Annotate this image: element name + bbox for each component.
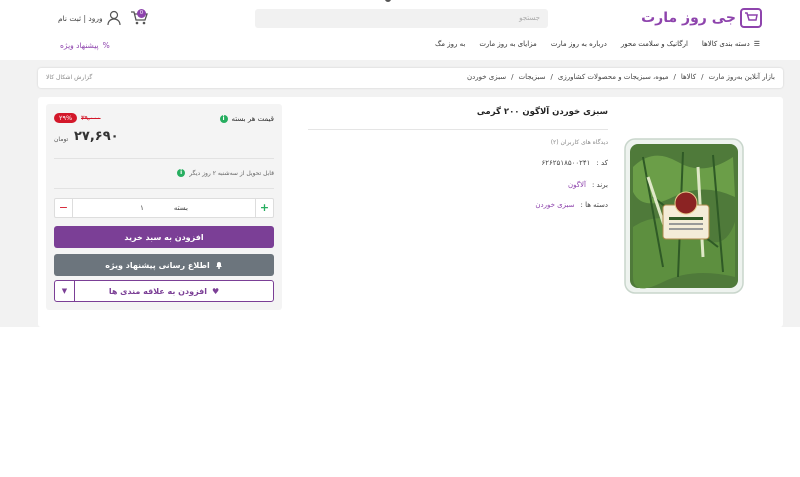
bell-icon bbox=[215, 260, 223, 271]
notify-special-offer-button[interactable]: اطلاع رسانی پیشنهاد ویژه bbox=[54, 254, 274, 276]
delivery-text: قابل تحویل از سه‌شنبه ۲ روز دیگر bbox=[189, 169, 274, 177]
quantity-value[interactable]: ۱ bbox=[140, 204, 144, 212]
category-link[interactable]: سبزی خوردن bbox=[535, 201, 574, 209]
currency-label: تومان bbox=[54, 136, 69, 143]
favorites-label: افزودن به علاقه مندی ها bbox=[108, 286, 208, 296]
breadcrumb-item[interactable]: کالاها bbox=[681, 73, 696, 81]
nav-item-about[interactable]: درباره به روز مارت bbox=[551, 40, 607, 48]
report-issue-link[interactable]: گزارش اشکال کالا bbox=[46, 74, 92, 81]
breadcrumb-item[interactable]: بازار آنلاین بەروز مارت bbox=[708, 73, 775, 81]
product-brand-row: برند : آلاگون bbox=[568, 181, 608, 189]
heart-icon: ♥ bbox=[212, 286, 220, 296]
notify-label: اطلاع رسانی پیشنهاد ویژه bbox=[105, 260, 210, 270]
breadcrumb-item[interactable]: میوه، سبزیجات و محصولات کشاورزی bbox=[558, 73, 669, 81]
breadcrumb-item[interactable]: سبزی خوردن bbox=[467, 73, 506, 81]
nav-item-mag[interactable]: به روز مگ bbox=[435, 40, 465, 48]
price-label-row: قیمت هر بسته i bbox=[219, 115, 274, 123]
brand-link[interactable]: آلاگون bbox=[568, 181, 586, 189]
buy-box: قیمت هر بسته i ۲۹% ۳۹,۰۰۰ ۲۷,۶۹۰ تومان ق… bbox=[46, 104, 282, 310]
product-title: سبزی خوردن آلاگون ۲۰۰ گرمی bbox=[476, 107, 608, 117]
divider bbox=[308, 129, 608, 130]
product-code-row: کد : ۶۲۶۲۵۱۸۵۰۰۲۴۱ bbox=[542, 159, 608, 167]
quantity-unit: بسته bbox=[173, 204, 188, 212]
product-category-row: دسته ها : سبزی خوردن bbox=[535, 201, 608, 209]
discount-badge: ۲۹% bbox=[54, 113, 78, 123]
logo-text: جی روز مارت bbox=[641, 10, 736, 26]
add-to-cart-label: افزودن به سبد خرید bbox=[124, 232, 204, 242]
add-to-favorites-button[interactable]: ♥ افزودن به علاقه مندی ها ▼ bbox=[54, 280, 274, 302]
current-price: ۲۷,۶۹۰ bbox=[74, 129, 119, 144]
main-nav: ☰ دسته بندی کالاها ارگانیک و سلامت محور … bbox=[435, 40, 760, 48]
decrease-quantity-button[interactable]: − bbox=[55, 199, 73, 217]
delivery-info: قابل تحویل از سه‌شنبه ۲ روز دیگر i bbox=[177, 169, 274, 177]
nav-item-categories[interactable]: ☰ دسته بندی کالاها bbox=[702, 40, 760, 48]
nav-item-label: دسته بندی کالاها bbox=[701, 40, 750, 48]
divider bbox=[54, 158, 274, 159]
brand-label: برند : bbox=[591, 181, 608, 189]
product-image[interactable] bbox=[623, 137, 745, 295]
breadcrumb: بازار آنلاین بەروز مارت / کالاها / میوه، س… bbox=[38, 68, 783, 88]
price-label: قیمت هر بسته bbox=[231, 115, 274, 123]
account-label: ورود | ثبت نام bbox=[58, 13, 103, 23]
info-icon: i bbox=[177, 169, 186, 177]
site-header: جی روز مارت جستجو ورود | ثبت نام 0 ☰ دست… bbox=[0, 0, 800, 60]
code-value: ۶۲۶۲۵۱۸۵۰۰۲۴۱ bbox=[541, 159, 591, 167]
search-input[interactable]: جستجو bbox=[255, 9, 548, 28]
nav-item-organic[interactable]: ارگانیک و سلامت محور bbox=[621, 40, 688, 48]
percent-icon: % bbox=[102, 41, 110, 50]
cart-count-badge: 0 bbox=[137, 9, 146, 18]
cart-logo-icon bbox=[740, 8, 762, 28]
add-to-cart-button[interactable]: افزودن به سبد خرید bbox=[54, 226, 274, 248]
special-offer-label: پیشنهاد ویژه bbox=[60, 41, 99, 50]
info-icon[interactable]: i bbox=[219, 115, 228, 123]
site-logo[interactable]: جی روز مارت bbox=[641, 8, 762, 28]
quantity-stepper: + بسته ۱ − bbox=[54, 198, 274, 218]
old-price: ۳۹,۰۰۰ bbox=[81, 114, 101, 122]
code-label: کد : bbox=[596, 159, 608, 167]
special-offer-link[interactable]: % پیشنهاد ویژه bbox=[60, 41, 110, 50]
category-label: دسته ها : bbox=[580, 201, 608, 209]
user-icon bbox=[107, 10, 121, 26]
account-link[interactable]: ورود | ثبت نام bbox=[58, 10, 121, 26]
top-handle bbox=[385, 0, 391, 2]
menu-icon: ☰ bbox=[753, 40, 760, 48]
divider bbox=[54, 188, 274, 189]
reviews-link[interactable]: دیدگاه های کاربران (۲) bbox=[551, 139, 608, 146]
nav-item-benefits[interactable]: مزایای به روز مارت bbox=[479, 40, 537, 48]
chevron-down-icon[interactable]: ▼ bbox=[55, 281, 75, 301]
increase-quantity-button[interactable]: + bbox=[255, 199, 273, 217]
breadcrumb-item[interactable]: سبزیجات bbox=[518, 73, 545, 81]
